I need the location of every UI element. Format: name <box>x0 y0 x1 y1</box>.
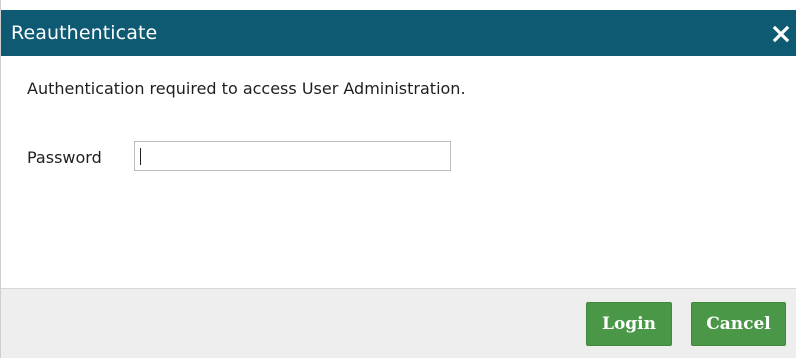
password-input[interactable] <box>134 141 451 171</box>
cancel-button[interactable]: Cancel <box>691 302 786 346</box>
text-cursor <box>140 148 141 165</box>
dialog-titlebar: Reauthenticate <box>1 10 796 56</box>
dialog-title: Reauthenticate <box>11 22 158 44</box>
dialog-footer: Login Cancel <box>1 288 796 358</box>
dialog-body: Authentication required to access User A… <box>1 56 796 288</box>
close-icon[interactable] <box>770 23 792 45</box>
reauthenticate-dialog: Reauthenticate Authentication required t… <box>0 0 796 358</box>
auth-message: Authentication required to access User A… <box>27 79 466 98</box>
login-button[interactable]: Login <box>586 302 672 346</box>
password-label: Password <box>27 148 102 167</box>
